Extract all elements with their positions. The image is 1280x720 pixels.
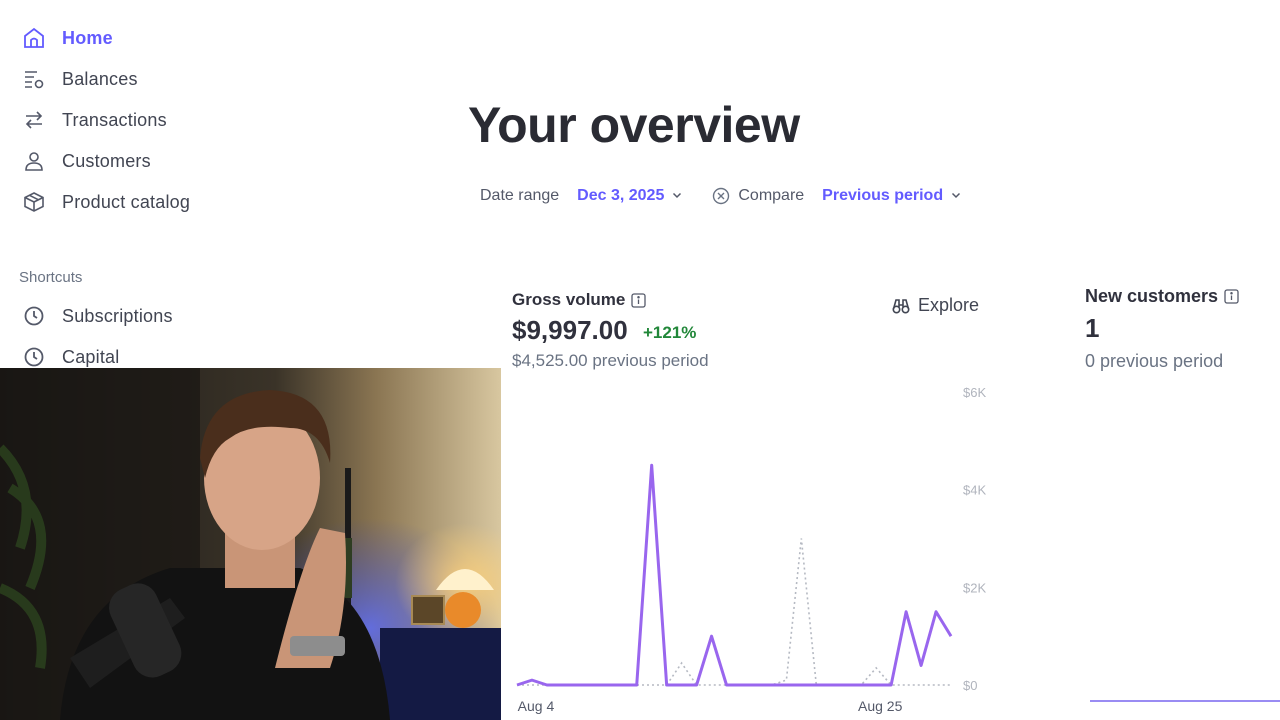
- sidebar-item-label: Transactions: [62, 109, 167, 130]
- gross-volume-change: +121%: [643, 323, 697, 342]
- shortcut-subscriptions[interactable]: Subscriptions: [22, 300, 173, 332]
- sidebar-item-product-catalog[interactable]: Product catalog: [22, 186, 190, 218]
- compare-period-dropdown[interactable]: Previous period: [822, 187, 961, 205]
- sidebar-item-label: Product catalog: [62, 191, 191, 212]
- gross-volume-value: $9,997.00: [512, 315, 628, 345]
- new-customers-chart-line: [1090, 700, 1280, 702]
- new-customers-label: New customers: [1085, 286, 1219, 306]
- balances-icon: [22, 67, 46, 91]
- gross-volume-label: Gross volume: [512, 290, 626, 309]
- transactions-icon: [22, 108, 46, 132]
- compare-period-value: Previous period: [822, 187, 944, 204]
- x-tick-label: Aug 25: [858, 698, 903, 714]
- y-tick-label: $2K: [963, 580, 986, 595]
- current-period-line[interactable]: [516, 463, 953, 687]
- compare-label: Compare: [738, 187, 805, 204]
- y-tick-label: $0: [963, 678, 977, 693]
- product-catalog-icon: [22, 190, 46, 214]
- gross-volume-title: Gross volume: [512, 290, 647, 310]
- clock-icon: [22, 304, 46, 328]
- sidebar-item-balances[interactable]: Balances: [22, 63, 138, 95]
- sidebar-item-label: Customers: [62, 150, 151, 171]
- info-icon[interactable]: [1224, 289, 1239, 304]
- shortcuts-heading: Shortcuts: [19, 269, 83, 286]
- compare-toggle[interactable]: Compare: [712, 187, 804, 205]
- webcam-overlay: [0, 368, 501, 720]
- x-tick-label: Aug 4: [518, 698, 555, 714]
- gross-volume-previous: $4,525.00 previous period: [512, 351, 709, 370]
- close-circle-icon: [712, 187, 730, 205]
- y-tick-label: $6K: [963, 385, 986, 400]
- gross-volume-chart: $6K $4K $2K $0 Aug 4 Aug 25: [516, 385, 986, 714]
- chevron-down-icon: [951, 187, 961, 205]
- sidebar-item-label: Balances: [62, 68, 138, 89]
- webcam-image: [0, 368, 501, 720]
- page-title: Your overview: [468, 97, 800, 153]
- date-range-label: Date range: [480, 187, 560, 204]
- new-customers-previous: 0 previous period: [1085, 351, 1224, 371]
- sidebar-item-label: Home: [62, 27, 113, 48]
- new-customers-value: 1: [1085, 313, 1100, 343]
- shortcut-label: Subscriptions: [62, 305, 173, 326]
- date-range-dropdown[interactable]: Dec 3, 2025: [577, 187, 682, 205]
- explore-button[interactable]: Explore: [892, 295, 979, 316]
- previous-period-line: [517, 538, 951, 686]
- chevron-down-icon: [672, 187, 682, 205]
- home-icon: [22, 26, 46, 50]
- shortcut-label: Capital: [62, 346, 120, 367]
- explore-label: Explore: [918, 295, 980, 315]
- info-icon[interactable]: [631, 292, 647, 308]
- filter-bar: Date range Dec 3, 2025 Compare Previous …: [480, 184, 961, 208]
- binoculars-icon: [892, 297, 910, 315]
- customers-icon: [22, 149, 46, 173]
- clock-icon: [22, 345, 46, 369]
- sidebar-item-transactions[interactable]: Transactions: [22, 104, 167, 136]
- sidebar-item-customers[interactable]: Customers: [22, 145, 151, 177]
- new-customers-title: New customers: [1085, 286, 1239, 307]
- y-tick-label: $4K: [963, 483, 986, 498]
- sidebar-item-home[interactable]: Home: [22, 22, 113, 54]
- date-range-value: Dec 3, 2025: [577, 187, 665, 204]
